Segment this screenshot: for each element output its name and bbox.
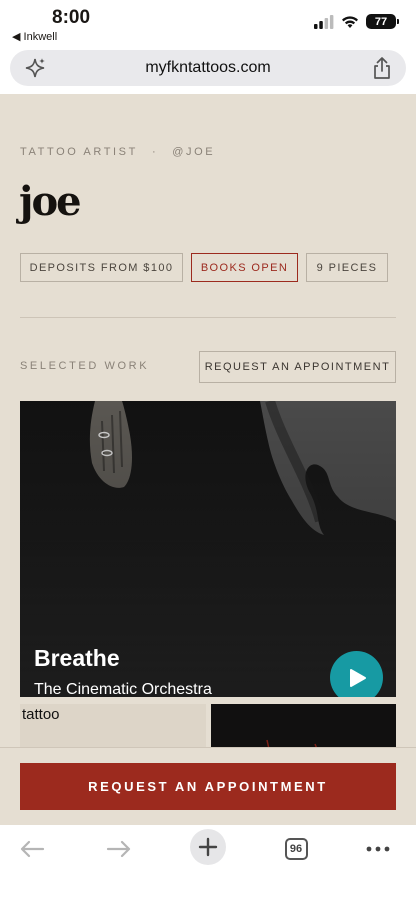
artist-eyebrow: TATTOO ARTIST · @JOE [20,146,215,158]
wifi-icon [342,15,358,28]
browser-address-area: myfkntattoos.com [0,48,416,96]
thumbnail-image [266,739,318,749]
status-icons: 77 [314,14,399,29]
eyebrow-separator: · [151,146,159,158]
address-bar[interactable]: myfkntattoos.com [10,50,406,86]
music-player-card[interactable]: Breathe The Cinematic Orchestra [20,401,396,697]
new-tab-icon [198,837,218,857]
play-button[interactable] [330,651,383,697]
back-button[interactable] [16,833,48,865]
selected-work-label: SELECTED WORK [20,360,150,372]
sticky-cta-bar: REQUEST AN APPOINTMENT [0,747,416,825]
more-icon [366,846,390,852]
track-title: Breathe [34,645,120,671]
divider [20,317,396,318]
status-bar: 8:00 ◀ Inkwell 77 [0,0,416,48]
tabs-button[interactable]: 96 [283,833,309,865]
forward-arrow-icon [106,840,131,858]
url-text[interactable]: myfkntattoos.com [10,59,406,77]
request-appointment-button[interactable]: REQUEST AN APPOINTMENT [20,763,396,810]
cellular-signal-icon [314,14,334,29]
artist-name: joe [19,178,82,225]
portfolio-thumbnail[interactable]: tattoo [20,704,206,749]
back-arrow-icon [20,840,45,858]
portfolio-thumbnail[interactable] [211,704,396,749]
track-artist: The Cinematic Orchestra [34,681,212,697]
back-to-app-link[interactable]: ◀ Inkwell [12,30,57,43]
page-content: TATTOO ARTIST · @JOE joe DEPOSITS FROM $… [0,94,416,825]
deposit-tag: DEPOSITS FROM $100 [20,253,183,282]
share-icon[interactable] [371,56,393,80]
tab-count: 96 [284,838,308,860]
status-time: 8:00 [52,7,91,28]
more-button[interactable] [364,833,392,865]
artist-handle: @JOE [172,146,216,158]
battery-icon: 77 [366,14,399,29]
forward-button[interactable] [103,833,135,865]
thumbnail-alt-text: tattoo [22,706,60,723]
books-open-tag: BOOKS OPEN [191,253,298,282]
new-tab-button[interactable] [190,829,226,865]
request-appointment-outline-button[interactable]: REQUEST AN APPOINTMENT [199,351,396,383]
artist-role: TATTOO ARTIST [20,146,138,158]
play-icon [349,668,366,687]
pieces-count-tag: 9 PIECES [306,253,388,282]
browser-toolbar: 96 [0,825,416,900]
